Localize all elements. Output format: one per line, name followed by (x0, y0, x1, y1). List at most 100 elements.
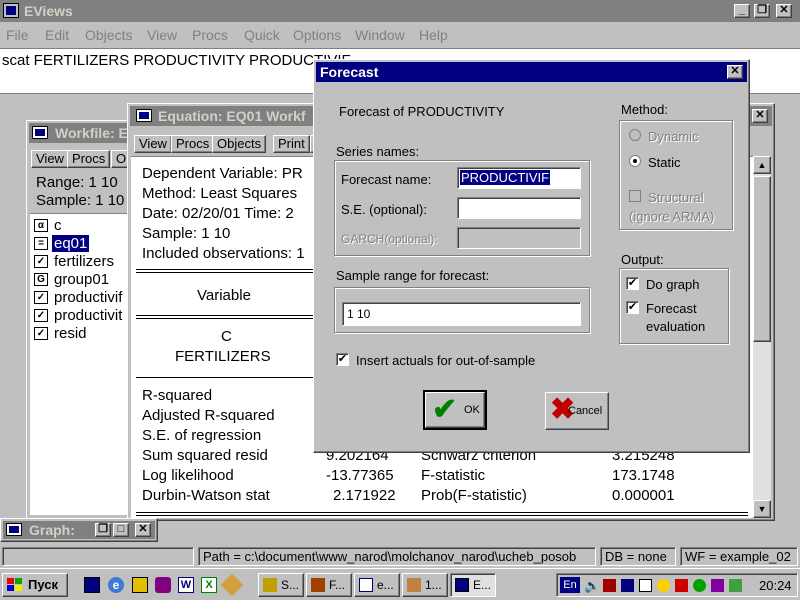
cancel-label: Cancel (568, 405, 603, 417)
equation-procs-button[interactable]: Procs (171, 135, 215, 153)
workfile-procs-button[interactable]: Procs (67, 150, 111, 168)
graph-close-button[interactable]: ✕ (135, 523, 151, 537)
close-button[interactable]: ✕ (776, 4, 792, 18)
graph-maximize-button[interactable]: □ (113, 523, 129, 537)
workfile-range: Range: 1 10 (36, 174, 118, 191)
workfile-titlebar[interactable]: Workfile: E (29, 123, 133, 143)
group-icon: G (34, 273, 48, 286)
menu-objects[interactable]: Objects (85, 27, 132, 43)
insert-actuals-checkbox[interactable]: ✔ (336, 353, 349, 366)
list-item[interactable]: ✓ resid (32, 325, 132, 343)
tray-icon-2[interactable] (621, 579, 634, 592)
ok-check-icon: ✔ (432, 393, 458, 426)
se-input[interactable] (457, 197, 581, 219)
list-item-label: productivif (54, 289, 123, 306)
graph-restore-button[interactable]: ❐ (95, 523, 111, 537)
workfile-title: Workfile: E (55, 125, 128, 141)
quicklaunch-ie-icon[interactable]: e (108, 577, 124, 593)
scroll-down-button[interactable]: ▼ (753, 500, 771, 518)
scroll-thumb[interactable] (753, 176, 771, 342)
menu-quick[interactable]: Quick (244, 27, 280, 43)
quicklaunch-app-icon[interactable] (132, 577, 148, 593)
tray-icon-7[interactable] (711, 579, 724, 592)
ok-button[interactable]: ✔ OK (423, 390, 487, 430)
forecast-close-button[interactable]: ✕ (727, 65, 743, 79)
tray-icon-6[interactable] (693, 579, 706, 592)
quicklaunch-desktop-icon[interactable] (84, 577, 100, 593)
start-button[interactable]: Пуск (2, 573, 68, 597)
minimize-button[interactable]: _ (734, 4, 750, 18)
list-item-label: eq01 (52, 235, 90, 252)
list-item[interactable]: ✓ productivif (32, 289, 132, 307)
graph-minimized-window[interactable]: Graph: ❐ □ ✕ (0, 518, 158, 542)
garch-label: GARCH(optional): (341, 232, 438, 246)
do-graph-checkbox[interactable]: ✔ (626, 277, 639, 290)
equation-close-button[interactable]: ✕ (752, 109, 768, 123)
menu-file[interactable]: File (6, 27, 29, 43)
list-item[interactable]: ✓ fertilizers (32, 253, 132, 271)
workfile-view-button[interactable]: View (31, 150, 69, 168)
workfile-sample: Sample: 1 10 (36, 192, 125, 209)
menu-procs[interactable]: Procs (192, 27, 228, 43)
quicklaunch-tool-icon[interactable] (220, 573, 244, 597)
restore-button[interactable]: ❐ (754, 4, 770, 18)
workfile-window: Workfile: E View Procs Ol Range: 1 10 Sa… (26, 120, 136, 520)
equation-icon: = (34, 237, 48, 250)
graph-title: Graph: (29, 522, 75, 538)
clock[interactable]: 20:24 (759, 578, 792, 593)
menu-options[interactable]: Options (293, 27, 341, 43)
tray-icon-3[interactable] (639, 579, 652, 592)
quicklaunch-camera-icon[interactable] (155, 577, 171, 593)
equation-print-button[interactable]: Print (273, 135, 310, 153)
task-app-icon (311, 578, 325, 592)
forecast-name-input[interactable]: PRODUCTIVIF (457, 167, 581, 189)
list-item[interactable]: G group01 (32, 271, 132, 289)
task-button-5-active[interactable]: E... (450, 573, 496, 597)
equation-title: Equation: EQ01 Workf (158, 108, 306, 124)
menu-view[interactable]: View (147, 27, 177, 43)
menu-window[interactable]: Window (355, 27, 405, 43)
scroll-up-button[interactable]: ▲ (753, 156, 771, 174)
list-item[interactable]: ✓ productivit (32, 307, 132, 325)
task-button-3[interactable]: e... (354, 573, 400, 597)
command-text: scat FERTILIZERS PRODUCTIVITY PRODUCTIVI… (2, 52, 351, 69)
quicklaunch-word-icon[interactable]: W (178, 577, 194, 593)
cancel-button[interactable]: ✖ Cancel (545, 392, 609, 430)
stat-label: Prob(F-statistic) (421, 487, 527, 504)
forecast-evaluation-checkbox[interactable]: ✔ (626, 301, 639, 314)
list-item-label: resid (54, 325, 87, 342)
status-wf: WF = example_02 (680, 547, 798, 566)
task-button-2[interactable]: F... (306, 573, 352, 597)
tray-icon-5[interactable] (675, 579, 688, 592)
method-label: Method: (621, 102, 668, 117)
stat-value: -13.77365 (326, 467, 394, 484)
equation-view-button[interactable]: View (134, 135, 172, 153)
volume-icon[interactable]: 🔈 (584, 578, 600, 594)
static-radio[interactable] (629, 155, 641, 167)
tray-icon-4[interactable] (657, 579, 670, 592)
language-indicator[interactable]: En (560, 577, 580, 593)
menu-help[interactable]: Help (419, 27, 448, 43)
status-message (2, 547, 194, 566)
windows-logo-icon (7, 578, 23, 592)
method-line: Method: Least Squares (142, 185, 298, 202)
task-app-icon (407, 578, 421, 592)
tray-icon-8[interactable] (729, 579, 742, 592)
quicklaunch-excel-icon[interactable]: X (201, 577, 217, 593)
list-item-label: c (54, 217, 62, 234)
equation-objects-button[interactable]: Objects (212, 135, 267, 153)
tray-icon-1[interactable] (603, 579, 616, 592)
task-button-1[interactable]: S... (258, 573, 304, 597)
task-button-4[interactable]: 1... (402, 573, 448, 597)
task-label: 1... (425, 578, 442, 592)
list-item[interactable]: α c (32, 217, 132, 235)
list-item[interactable]: = eq01 (32, 235, 132, 253)
stat-label: R-squared (142, 387, 213, 404)
forecast-subtitle: Forecast of PRODUCTIVITY (339, 104, 505, 119)
task-label: e... (377, 578, 394, 592)
menu-edit[interactable]: Edit (45, 27, 69, 43)
sample-range-input[interactable]: 1 10 (342, 302, 581, 326)
forecast-titlebar[interactable]: Forecast ✕ (316, 62, 747, 82)
equation-scrollbar[interactable]: ▲ ▼ (753, 156, 771, 518)
sample-range-value: 1 10 (347, 307, 371, 321)
